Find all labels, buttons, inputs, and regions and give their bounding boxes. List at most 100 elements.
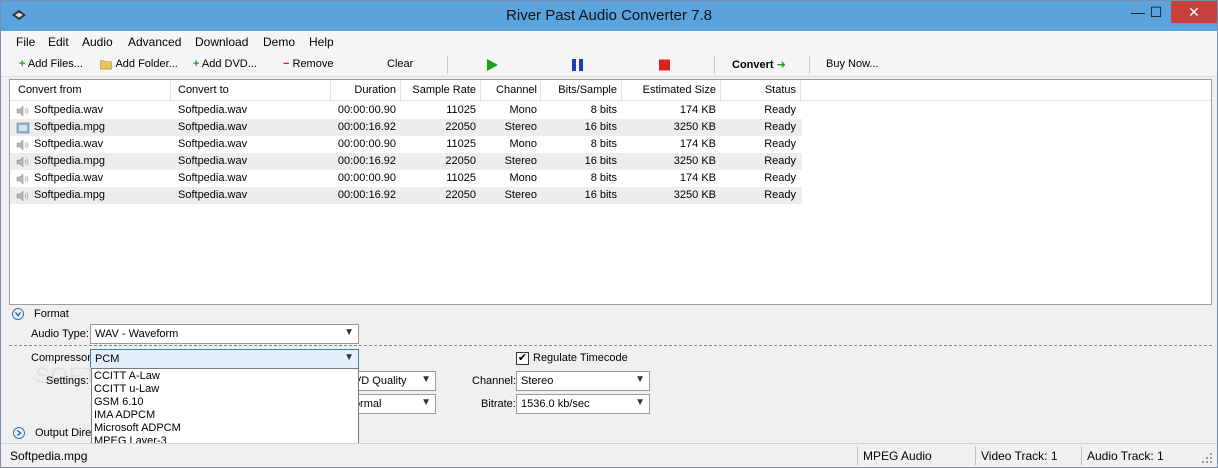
status-bar: Softpedia.mpg MPEG Audio Video Track: 1 … — [1, 443, 1217, 467]
cell-status: Ready — [764, 155, 796, 167]
menu-advanced[interactable]: Advanced — [128, 35, 181, 49]
close-button[interactable]: ✕ — [1171, 1, 1217, 23]
cell-status: Ready — [764, 138, 796, 150]
table-row[interactable]: Softpedia.wav Softpedia.wav 00:00:00.90 110… — [10, 136, 802, 153]
column-header-channel[interactable]: Channel — [482, 84, 537, 96]
table-row[interactable]: Softpedia.mpg Softpedia.wav 00:00:16.92 220… — [10, 187, 802, 204]
pause-icon[interactable] — [572, 59, 583, 71]
remove-button[interactable]: − Remove — [283, 58, 333, 70]
stop-icon[interactable] — [659, 59, 670, 71]
column-divider[interactable] — [170, 80, 171, 101]
compressor-option[interactable]: CCITT A-Law — [92, 370, 358, 383]
table-row[interactable]: Softpedia.wav Softpedia.wav 00:00:00.90 110… — [10, 170, 802, 187]
status-divider — [1081, 446, 1082, 465]
expand-icon[interactable] — [13, 427, 25, 439]
channel-select[interactable]: Stereo ▼ — [516, 371, 650, 391]
regulate-timecode-checkbox[interactable]: ✔ — [516, 352, 529, 365]
speaker-icon — [16, 173, 29, 185]
cell-sample-rate: 11025 — [446, 138, 476, 150]
column-header-convert-from[interactable]: Convert from — [18, 84, 82, 96]
table-row[interactable]: Softpedia.wav Softpedia.wav 00:00:00.90 110… — [10, 102, 802, 119]
column-header-status[interactable]: Status — [722, 84, 796, 96]
format-section-label: Format — [34, 308, 69, 320]
cell-duration: 00:00:16.92 — [337, 155, 396, 167]
compressor-option[interactable]: GSM 6.10 — [92, 396, 358, 409]
table-row[interactable]: Softpedia.mpg Softpedia.wav 00:00:16.92 220… — [10, 119, 802, 136]
column-header-bits-sample[interactable]: Bits/Sample — [542, 84, 617, 96]
speaker-icon — [16, 190, 29, 202]
cell-duration: 00:00:16.92 — [337, 189, 396, 201]
menu-help[interactable]: Help — [309, 35, 334, 49]
chevron-down-icon: ▼ — [344, 327, 354, 338]
cell-duration: 00:00:00.90 — [337, 104, 396, 116]
convert-label: Convert — [732, 59, 774, 71]
section-divider — [9, 345, 1212, 346]
chevron-down-icon: ▼ — [635, 397, 645, 408]
cell-estimated-size: 174 KB — [679, 172, 716, 184]
cell-channel: Stereo — [504, 189, 537, 201]
column-divider[interactable] — [480, 80, 481, 101]
checkmark-icon: ✔ — [517, 352, 528, 364]
add-dvd-button[interactable]: + Add DVD... — [193, 58, 257, 70]
column-divider[interactable] — [540, 80, 541, 101]
cell-convert-to: Softpedia.wav — [178, 138, 248, 150]
status-audio-track: Audio Track: 1 — [1087, 449, 1164, 463]
status-video-track: Video Track: 1 — [981, 449, 1058, 463]
channel-value: Stereo — [521, 375, 554, 387]
cell-bits-sample: 16 bits — [584, 121, 617, 133]
add-folder-label: Add Folder... — [115, 58, 178, 70]
channel-label: Channel: — [472, 375, 517, 387]
file-list[interactable]: Convert from Convert to Duration Sample … — [9, 79, 1212, 305]
cell-status: Ready — [764, 189, 796, 201]
clear-button[interactable]: Clear — [387, 58, 413, 70]
column-divider[interactable] — [720, 80, 721, 101]
column-header-convert-to[interactable]: Convert to — [178, 84, 229, 96]
audio-type-label: Audio Type: — [31, 328, 89, 340]
format-section-header[interactable]: Format — [9, 306, 1212, 322]
output-directory-label[interactable]: Output Dire — [35, 427, 91, 439]
buy-now-button[interactable]: Buy Now... — [826, 58, 879, 70]
add-files-button[interactable]: + Add Files... — [19, 58, 83, 70]
add-folder-button[interactable]: Add Folder... — [99, 58, 178, 70]
audio-type-select[interactable]: WAV - Waveform ▼ — [90, 324, 359, 344]
resize-grip-icon[interactable] — [1201, 452, 1213, 464]
maximize-button[interactable]: ☐ — [1141, 1, 1171, 23]
convert-button[interactable]: Convert ➜ — [732, 58, 786, 71]
menu-audio[interactable]: Audio — [82, 35, 113, 49]
column-header-duration[interactable]: Duration — [330, 84, 396, 96]
cell-bits-sample: 8 bits — [590, 138, 617, 150]
cell-sample-rate: 22050 — [445, 189, 476, 201]
menu-file[interactable]: File — [16, 35, 35, 49]
menu-edit[interactable]: Edit — [48, 35, 69, 49]
column-divider[interactable] — [400, 80, 401, 101]
audio-type-value: WAV - Waveform — [95, 328, 179, 340]
menu-download[interactable]: Download — [195, 35, 248, 49]
cell-estimated-size: 174 KB — [679, 138, 716, 150]
cell-convert-from: Softpedia.mpg — [34, 189, 105, 201]
cell-estimated-size: 174 KB — [679, 104, 716, 116]
compressor-option[interactable]: IMA ADPCM — [92, 409, 358, 422]
bitrate-select[interactable]: 1536.0 kb/sec ▼ — [516, 394, 650, 414]
window-title: River Past Audio Converter 7.8 — [506, 7, 712, 24]
cell-convert-from: Softpedia.mpg — [34, 155, 105, 167]
status-file: Softpedia.mpg — [10, 449, 88, 463]
collapse-icon[interactable] — [12, 308, 24, 320]
cell-bits-sample: 8 bits — [590, 172, 617, 184]
cell-estimated-size: 3250 KB — [673, 121, 716, 133]
menu-demo[interactable]: Demo — [263, 35, 295, 49]
column-header-sample-rate[interactable]: Sample Rate — [402, 84, 476, 96]
plus-icon: + — [193, 58, 200, 70]
arrow-right-icon: ➜ — [776, 59, 786, 71]
compressor-option[interactable]: CCITT u-Law — [92, 383, 358, 396]
table-row[interactable]: Softpedia.mpg Softpedia.wav 00:00:16.92 220… — [10, 153, 802, 170]
column-header-estimated-size[interactable]: Estimated Size — [622, 84, 716, 96]
remove-label: Remove — [292, 58, 334, 70]
cell-channel: Mono — [509, 138, 537, 150]
app-window: River Past Audio Converter 7.8 — ☐ ✕ Fil… — [0, 0, 1218, 468]
column-divider[interactable] — [800, 80, 801, 101]
cell-status: Ready — [764, 121, 796, 133]
cell-convert-to: Softpedia.wav — [178, 121, 248, 133]
play-icon[interactable] — [487, 59, 498, 71]
list-header: Convert from Convert to Duration Sample … — [10, 80, 1211, 101]
compressor-option[interactable]: Microsoft ADPCM — [92, 422, 358, 435]
